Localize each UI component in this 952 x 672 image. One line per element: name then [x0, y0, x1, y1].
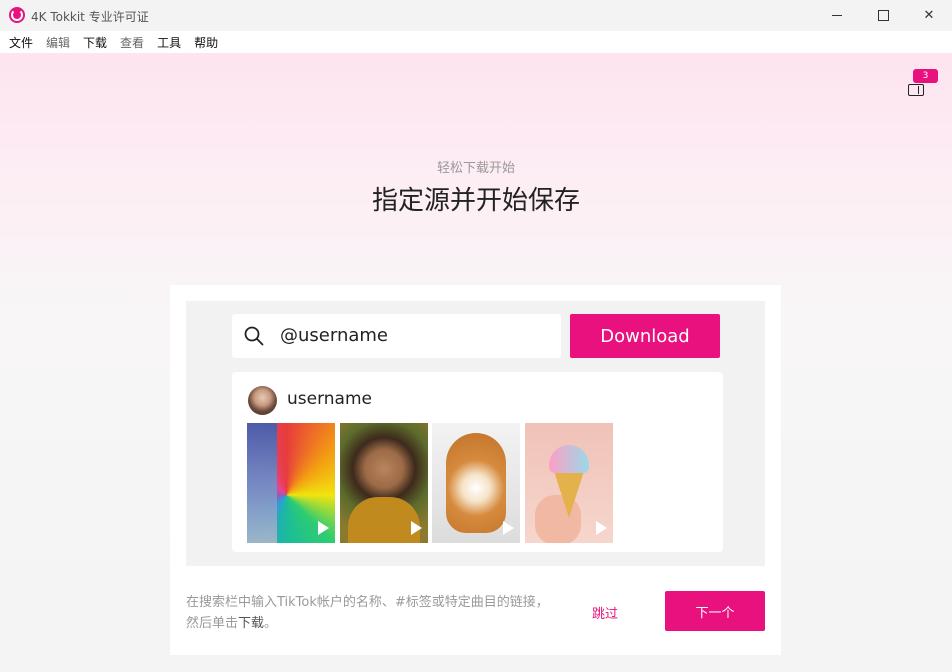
demo-download-button: Download [570, 314, 720, 358]
play-icon [503, 521, 514, 535]
window-title: 4K Tokkit 专业许可证 [31, 10, 149, 24]
video-thumbnail [525, 423, 613, 543]
video-thumbnail [247, 423, 335, 543]
title-bar: 4K Tokkit 专业许可证 ✕ [0, 0, 952, 31]
minimize-icon [832, 15, 842, 16]
onboarding-subtitle: 轻松下载开始 [436, 161, 515, 176]
queue-count-badge: 3 [913, 69, 938, 83]
menu-bar: 文件 编辑 下载 查看 工具 帮助 [0, 31, 952, 53]
demo-search-value: @username [280, 325, 388, 346]
next-button[interactable]: 下一个 [665, 591, 765, 631]
minimize-button[interactable] [814, 0, 860, 31]
download-queue-button[interactable] [908, 82, 928, 98]
menu-view[interactable]: 查看 [120, 34, 144, 51]
close-button[interactable]: ✕ [906, 0, 952, 31]
video-thumbnail [432, 423, 520, 543]
video-thumbnail [340, 423, 428, 543]
avatar [248, 386, 277, 415]
menu-download[interactable]: 下载 [83, 34, 107, 51]
close-icon: ✕ [923, 8, 935, 23]
menu-file[interactable]: 文件 [9, 34, 33, 51]
app-logo-icon [9, 7, 25, 23]
menu-edit[interactable]: 编辑 [46, 34, 70, 51]
instruction-text: 在搜索栏中输入TikTok帐户的名称、#标签或特定曲目的链接，然后单击下载。 [186, 595, 549, 631]
menu-tools[interactable]: 工具 [157, 34, 181, 51]
maximize-button[interactable] [860, 0, 906, 31]
search-icon [244, 326, 264, 346]
skip-link[interactable]: 跳过 [592, 603, 618, 622]
demo-username: username [287, 389, 372, 409]
menu-help[interactable]: 帮助 [194, 34, 218, 51]
play-icon [411, 521, 422, 535]
play-icon [596, 521, 607, 535]
onboarding-title: 指定源并开始保存 [371, 186, 580, 216]
maximize-icon [877, 10, 889, 21]
queue-icon [908, 84, 924, 96]
play-icon [318, 521, 329, 535]
